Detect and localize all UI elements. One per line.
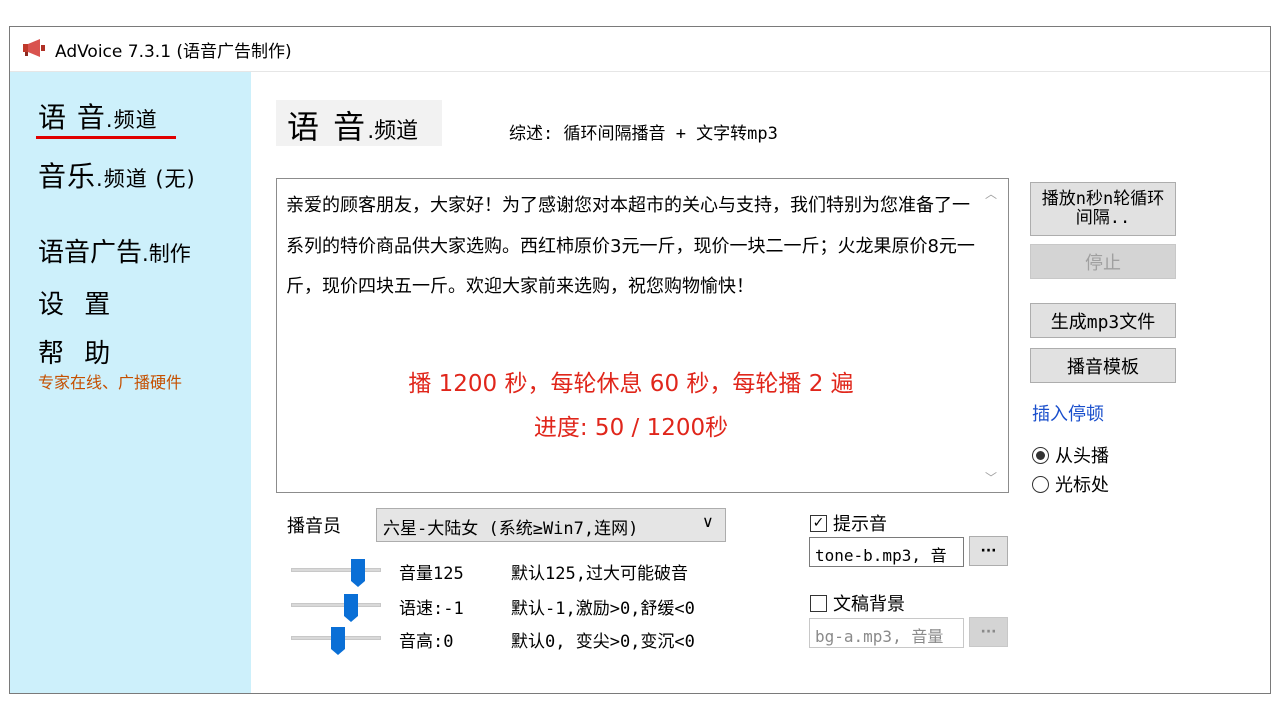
sidebar-help-subtitle[interactable]: 专家在线、广播硬件 [38,369,182,393]
generate-mp3-button[interactable]: 生成mp3文件 [1030,303,1176,338]
sidebar-item-music-channel[interactable]: 音乐.频道 (无) [38,155,196,195]
background-browse-button[interactable]: ··· [969,617,1008,647]
checkbox-unchecked-icon [810,594,827,612]
background-checkbox[interactable]: 文稿背景 [810,590,905,616]
chevron-down-icon[interactable]: ∨ [702,512,714,531]
speed-slider-track[interactable] [291,603,381,607]
stop-button[interactable]: 停止 [1030,244,1176,279]
radio-label: 光标处 [1055,475,1109,496]
volume-slider-thumb[interactable] [350,559,365,587]
sidebar-item-help[interactable]: 帮 助 [38,333,116,370]
pitch-label: 音高:0 [399,632,454,652]
scroll-down-icon[interactable]: ﹀ [985,469,997,486]
sidebar-item-voice-ad[interactable]: 语音广告.制作 [38,232,191,269]
sidebar-item-suffix: .频道 [105,108,158,132]
prompt-tone-browse-button[interactable]: ··· [969,536,1008,566]
window-title: AdVoice 7.3.1 (语音广告制作) [55,42,292,62]
checkbox-label: 提示音 [833,514,887,535]
speed-slider-thumb[interactable] [344,594,359,622]
sidebar-item-label: 语 音 [38,101,106,134]
page-title: 语 音.频道 [287,102,418,148]
checkbox-checked-icon: ✓ [810,514,827,532]
speed-hint: 默认-1,激励>0,舒缓<0 [511,599,695,619]
insert-pause-link[interactable]: 插入停顿 [1032,400,1104,426]
page-title-suffix: .频道 [367,119,419,144]
active-nav-underline [36,136,176,139]
announcer-selected-value[interactable]: 六星-大陆女 (系统≥Win7,连网) [383,514,638,539]
radio-selected-icon [1032,446,1049,464]
page-title-main: 语 音 [287,108,368,146]
sidebar-item-suffix: .频道 (无) [96,167,196,191]
radio-play-from-cursor[interactable]: 光标处 [1032,471,1109,497]
announcer-label: 播音员 [287,516,341,537]
background-file-input[interactable]: bg-a.mp3, 音量 [809,618,964,648]
sidebar-item-label: 音乐 [38,160,97,193]
volume-slider-track[interactable] [291,568,381,572]
radio-play-from-start[interactable]: 从头播 [1032,442,1109,468]
radio-label: 从头播 [1055,446,1109,467]
playback-progress: 进度: 50 / 1200秒 [533,415,729,441]
megaphone-icon [23,39,45,57]
pitch-hint: 默认0, 变尖>0,变沉<0 [511,632,695,652]
volume-label: 音量125 [399,564,464,584]
loop-play-button[interactable]: 播放n秒n轮循环间隔.. [1030,182,1176,236]
sidebar-item-label: 语音广告 [38,238,143,268]
broadcast-template-button[interactable]: 播音模板 [1030,348,1176,383]
sidebar-item-settings[interactable]: 设 置 [38,284,116,321]
volume-hint: 默认125,过大可能破音 [511,564,688,584]
radio-unselected-icon [1032,475,1049,493]
scroll-up-icon[interactable]: ︿ [985,185,997,202]
checkbox-label: 文稿背景 [833,594,905,615]
speed-label: 语速:-1 [399,599,464,619]
sidebar-item-voice-channel[interactable]: 语 音.频道 [38,96,158,136]
prompt-tone-file-input[interactable]: tone-b.mp3, 音 [809,537,964,567]
sidebar-item-suffix: .制作 [142,242,191,266]
pitch-slider-thumb[interactable] [330,627,345,655]
prompt-tone-checkbox[interactable]: ✓ 提示音 [810,510,887,536]
summary-text: 综述: 循环间隔播音 + 文字转mp3 [509,124,778,144]
playback-settings-status: 播 1200 秒，每轮休息 60 秒，每轮播 2 遍 [408,371,854,397]
script-text[interactable]: 亲爱的顾客朋友，大家好！为了感谢您对本超市的关心与支持，我们特别为您准备了一系列… [286,186,976,308]
